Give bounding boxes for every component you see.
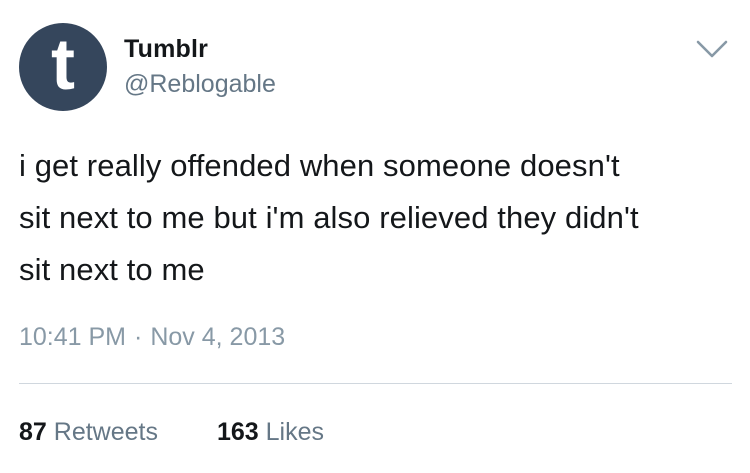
retweets-stat[interactable]: 87 Retweets (19, 418, 158, 447)
divider (19, 383, 732, 384)
likes-label: Likes (265, 418, 324, 446)
tweet-text: i get really offended when someone doesn… (19, 140, 729, 296)
tweet-stats: 87 Retweets 163 Likes (19, 418, 324, 447)
tweet-timestamp[interactable]: 10:41 PM · Nov 4, 2013 (19, 323, 285, 352)
tweet-text-line: i get really offended when someone doesn… (19, 148, 620, 183)
avatar[interactable]: t (19, 23, 107, 111)
retweets-count: 87 (19, 418, 47, 446)
tweet-date: Nov 4, 2013 (150, 323, 286, 351)
tweet-card: t Tumblr @Reblogable i get really offend… (0, 0, 750, 473)
likes-count: 163 (216, 418, 259, 446)
tweet-time: 10:41 PM (19, 323, 127, 351)
author-handle[interactable]: @Reblogable (124, 70, 276, 99)
likes-stat[interactable]: 163 Likes (217, 418, 324, 447)
tweet-text-line: sit next to me (19, 252, 205, 287)
timestamp-separator: · (134, 323, 143, 351)
tumblr-logo-icon: t (51, 25, 75, 105)
retweets-label: Retweets (53, 418, 158, 446)
author-display-name[interactable]: Tumblr (124, 35, 208, 64)
chevron-down-icon[interactable] (695, 38, 729, 60)
tweet-text-line: sit next to me but i'm also relieved the… (19, 200, 639, 235)
